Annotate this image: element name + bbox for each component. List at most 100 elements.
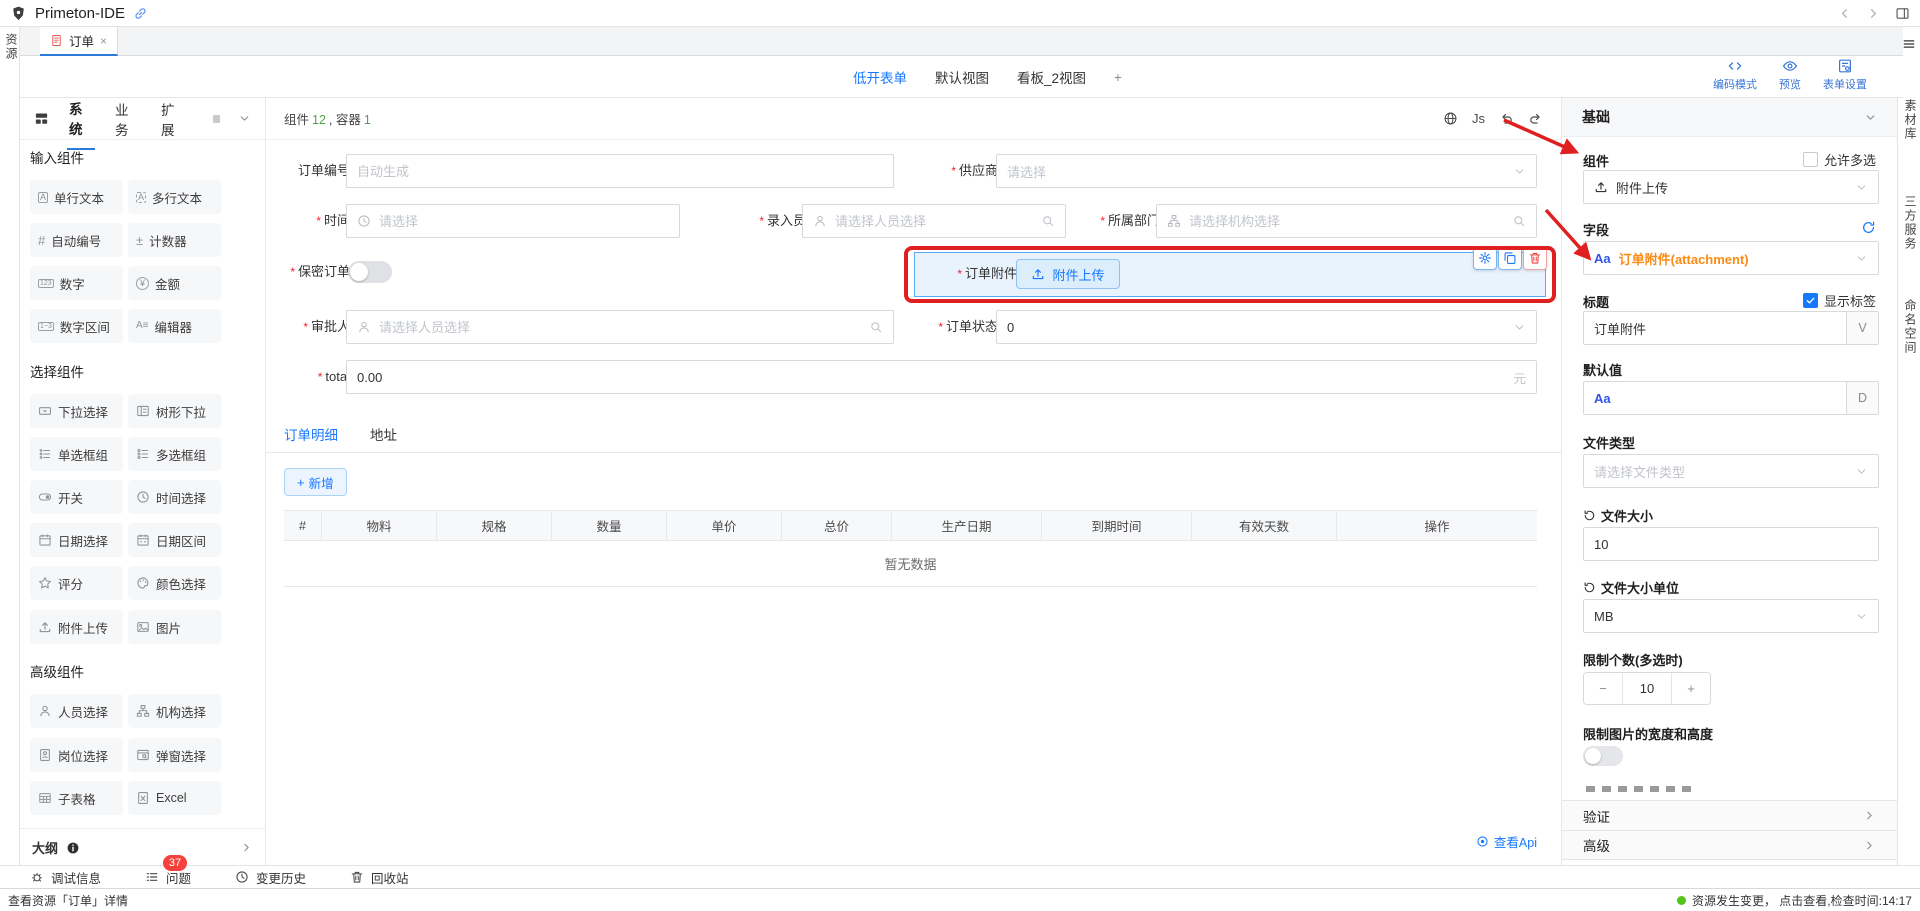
palette-item-file-upload[interactable]: 附件上传 bbox=[30, 610, 123, 644]
preview-button[interactable]: 预览 bbox=[1779, 58, 1801, 92]
form-settings-button[interactable]: 表单设置 bbox=[1823, 58, 1867, 92]
file-type-select[interactable]: 请选择文件类型 bbox=[1583, 454, 1879, 488]
dynamic-suffix-button[interactable]: D bbox=[1846, 382, 1878, 414]
inspector-section-basic[interactable]: 基础 bbox=[1562, 98, 1897, 137]
palette-tab-system[interactable]: 系统 bbox=[67, 88, 95, 150]
right-rail-tab-services[interactable]: 三方服务 bbox=[1902, 195, 1919, 251]
image-limit-toggle[interactable] bbox=[1583, 746, 1623, 766]
component-type-select[interactable]: 附件上传 bbox=[1583, 170, 1879, 204]
checkbox-checked-icon[interactable] bbox=[1803, 293, 1818, 308]
close-icon[interactable]: × bbox=[100, 34, 107, 48]
status-left-text: 查看资源「订单」详情 bbox=[8, 892, 128, 909]
debug-info-button[interactable]: 调试信息 bbox=[30, 868, 101, 887]
palette-item-user-select[interactable]: 人员选择 bbox=[30, 694, 123, 728]
palette-item-time-picker[interactable]: 时间选择 bbox=[128, 480, 221, 514]
show-label-checkbox[interactable]: 显示标签 bbox=[1803, 291, 1876, 310]
allow-multi-checkbox[interactable]: 允许多选 bbox=[1803, 150, 1876, 169]
plus-button[interactable]: + bbox=[1672, 673, 1710, 704]
palette-item-date-range[interactable]: 日期区间 bbox=[128, 523, 221, 557]
palette-item-amount[interactable]: ¥金额 bbox=[128, 266, 221, 300]
reset-icon[interactable] bbox=[1583, 509, 1596, 522]
secret-toggle[interactable] bbox=[348, 261, 392, 283]
resource-changed-notice[interactable]: 资源发生变更， 点击查看,检查时间:14:17 bbox=[1677, 892, 1912, 909]
default-value-input[interactable]: Aa D bbox=[1583, 381, 1879, 415]
supplier-select[interactable]: 请选择 bbox=[996, 154, 1537, 188]
palette-tab-extension[interactable]: 扩展 bbox=[159, 89, 187, 149]
palette-item-excel[interactable]: Excel bbox=[128, 781, 221, 815]
field-select[interactable]: Aa 订单附件(attachment) bbox=[1583, 241, 1879, 275]
attachment-upload-button[interactable]: 附件上传 bbox=[1016, 259, 1120, 289]
inspector-section-advanced[interactable]: 高级 bbox=[1562, 830, 1897, 860]
reset-icon[interactable] bbox=[1583, 581, 1596, 594]
inspector-section-validation[interactable]: 验证 bbox=[1562, 800, 1897, 830]
palette-item-popup-select[interactable]: 弹窗选择 bbox=[128, 738, 221, 772]
redo-icon[interactable] bbox=[1528, 111, 1543, 126]
status-select[interactable]: 0 bbox=[996, 310, 1537, 344]
layout-grid-icon[interactable] bbox=[34, 111, 49, 126]
palette-item-image[interactable]: 图片 bbox=[128, 610, 221, 644]
nav-back-icon[interactable] bbox=[1837, 6, 1852, 21]
approver-select[interactable] bbox=[346, 310, 894, 344]
palette-item-date-picker[interactable]: 日期选择 bbox=[30, 523, 123, 557]
file-unit-select[interactable]: MB bbox=[1583, 599, 1879, 633]
view-tab-kanban[interactable]: 看板_2视图 bbox=[1017, 67, 1086, 87]
right-rail-tab-namespace[interactable]: 命名空间 bbox=[1902, 299, 1919, 355]
palette-item-editor[interactable]: A≡编辑器 bbox=[128, 309, 221, 343]
palette-item-checkbox-group[interactable]: 多选框组 bbox=[128, 437, 221, 471]
palette-item-counter[interactable]: ±计数器 bbox=[128, 223, 221, 257]
js-icon[interactable]: Js bbox=[1472, 111, 1485, 126]
palette-item-switch[interactable]: 开关 bbox=[30, 480, 123, 514]
chevron-down-icon[interactable] bbox=[238, 112, 251, 125]
nav-forward-icon[interactable] bbox=[1866, 6, 1881, 21]
time-picker-input[interactable] bbox=[346, 204, 680, 238]
palette-item-auto-number[interactable]: #自动编号 bbox=[30, 223, 123, 257]
code-mode-button[interactable]: 编码模式 bbox=[1713, 58, 1757, 92]
palette-item-multi-line-text[interactable]: A多行文本 bbox=[128, 180, 221, 214]
palette-item-single-line-text[interactable]: A单行文本 bbox=[30, 180, 123, 214]
checkbox-icon[interactable] bbox=[1803, 152, 1818, 167]
palette-item-dropdown-select[interactable]: 下拉选择 bbox=[30, 394, 123, 428]
view-tab-form[interactable]: 低开表单 bbox=[853, 67, 907, 87]
palette-item-number[interactable]: 123数字 bbox=[30, 266, 123, 300]
undo-icon[interactable] bbox=[1499, 111, 1514, 126]
dept-select[interactable] bbox=[1156, 204, 1537, 238]
recorder-select[interactable] bbox=[802, 204, 1066, 238]
file-size-input[interactable] bbox=[1583, 527, 1879, 561]
add-row-button[interactable]: + 新增 bbox=[284, 468, 347, 496]
outline-panel-toggle[interactable]: 大纲 bbox=[20, 828, 265, 866]
minus-button[interactable]: − bbox=[1584, 673, 1622, 704]
link-icon[interactable] bbox=[133, 6, 148, 21]
right-rail-tab-assets[interactable]: 素材库 bbox=[1902, 99, 1919, 141]
component-settings-chip[interactable] bbox=[1473, 246, 1497, 270]
selected-attachment-component[interactable]: *订单附件 bbox=[914, 252, 1546, 297]
change-history-button[interactable]: 变更历史 bbox=[235, 868, 306, 887]
palette-item-org-select[interactable]: 机构选择 bbox=[128, 694, 221, 728]
palette-item-radio-group[interactable]: 单选框组 bbox=[30, 437, 123, 471]
i18n-globe-icon[interactable] bbox=[1443, 111, 1458, 126]
palette-item-number-range[interactable]: 1~3数字区间 bbox=[30, 309, 123, 343]
view-api-link[interactable]: 查看Api bbox=[1476, 832, 1537, 851]
subtab-order-detail[interactable]: 订单明细 bbox=[284, 424, 338, 444]
palette-item-sub-table[interactable]: 子表格 bbox=[30, 781, 123, 815]
doc-tab-order[interactable]: 订单 × bbox=[40, 27, 118, 56]
subtab-address[interactable]: 地址 bbox=[370, 424, 397, 444]
palette-item-tree-select[interactable]: 树形下拉 bbox=[128, 394, 221, 428]
stepper-value[interactable]: 10 bbox=[1622, 673, 1672, 704]
add-view-button[interactable]: + bbox=[1114, 70, 1122, 85]
right-rail-menu-icon[interactable] bbox=[1902, 37, 1916, 51]
recycle-bin-button[interactable]: 回收站 bbox=[350, 868, 409, 887]
title-input[interactable]: V bbox=[1583, 311, 1879, 345]
palette-item-post-select[interactable]: 岗位选择 bbox=[30, 738, 123, 772]
view-tab-default[interactable]: 默认视图 bbox=[935, 67, 989, 87]
left-rail-tab-resources[interactable]: 资源 bbox=[3, 33, 20, 61]
total-input[interactable]: 元 bbox=[346, 360, 1537, 394]
component-delete-chip[interactable] bbox=[1523, 246, 1547, 270]
palette-tab-business[interactable]: 业务 bbox=[113, 89, 141, 149]
palette-item-color-picker[interactable]: 颜色选择 bbox=[128, 566, 221, 600]
component-copy-chip[interactable] bbox=[1498, 246, 1522, 270]
variable-suffix-button[interactable]: V bbox=[1846, 312, 1878, 344]
order-no-input[interactable] bbox=[346, 154, 894, 188]
palette-item-rating[interactable]: 评分 bbox=[30, 566, 123, 600]
panel-toggle-icon[interactable] bbox=[1895, 6, 1910, 21]
refresh-icon[interactable] bbox=[1861, 220, 1876, 235]
